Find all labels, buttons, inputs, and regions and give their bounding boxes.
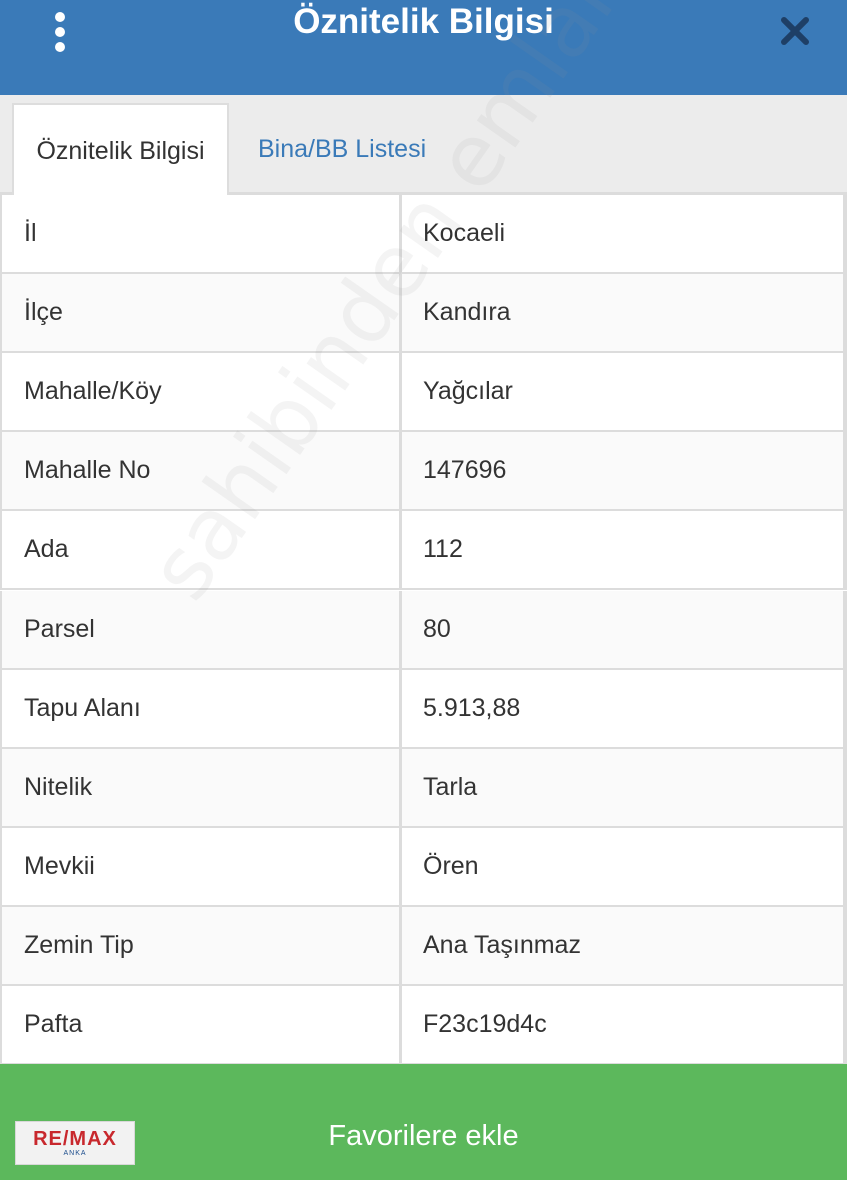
tab-oznitelik-bilgisi[interactable]: Öznitelik Bilgisi [12,103,229,195]
row-value: 112 [402,511,847,588]
table-row: Mevkii Ören [0,828,847,907]
tab-bina-bb-listesi[interactable]: Bina/BB Listesi [236,103,448,195]
close-icon[interactable] [778,14,812,48]
table-row: Tapu Alanı 5.913,88 [0,670,847,749]
remax-logo: RE/MAX ANKA [15,1121,135,1165]
row-label: Mevkii [0,828,402,905]
row-value: 80 [402,591,847,668]
row-label: Ada [0,511,402,588]
table-row: İl Kocaeli [0,195,847,274]
row-label: Tapu Alanı [0,670,402,747]
row-value: Kocaeli [402,195,847,272]
table-row: Nitelik Tarla [0,749,847,828]
row-label: Zemin Tip [0,907,402,984]
row-value: F23c19d4c [402,986,847,1063]
logo-main-text: RE/MAX [33,1127,117,1150]
table-row: Ada 112 [0,511,847,590]
row-value: 147696 [402,432,847,509]
row-value: Yağcılar [402,353,847,430]
table-row: İlçe Kandıra [0,274,847,353]
row-label: Parsel [0,591,402,668]
table-row: Mahalle/Köy Yağcılar [0,353,847,432]
table-row: Parsel 80 [0,591,847,670]
table-row: Zemin Tip Ana Taşınmaz [0,907,847,986]
row-value: Ana Taşınmaz [402,907,847,984]
row-label: İl [0,195,402,272]
row-label: Nitelik [0,749,402,826]
row-value: Kandıra [402,274,847,351]
row-label: Mahalle/Köy [0,353,402,430]
tab-bar: Öznitelik Bilgisi Bina/BB Listesi [0,95,847,195]
dialog-header: Öznitelik Bilgisi [0,0,847,95]
logo-sub-text: ANKA [63,1149,87,1157]
row-label: Mahalle No [0,432,402,509]
row-label: İlçe [0,274,402,351]
table-row: Mahalle No 147696 [0,432,847,511]
row-value: Ören [402,828,847,905]
dialog-title: Öznitelik Bilgisi [293,2,554,41]
row-value: 5.913,88 [402,670,847,747]
row-value: Tarla [402,749,847,826]
table-row: Pafta F23c19d4c [0,986,847,1065]
row-label: Pafta [0,986,402,1063]
